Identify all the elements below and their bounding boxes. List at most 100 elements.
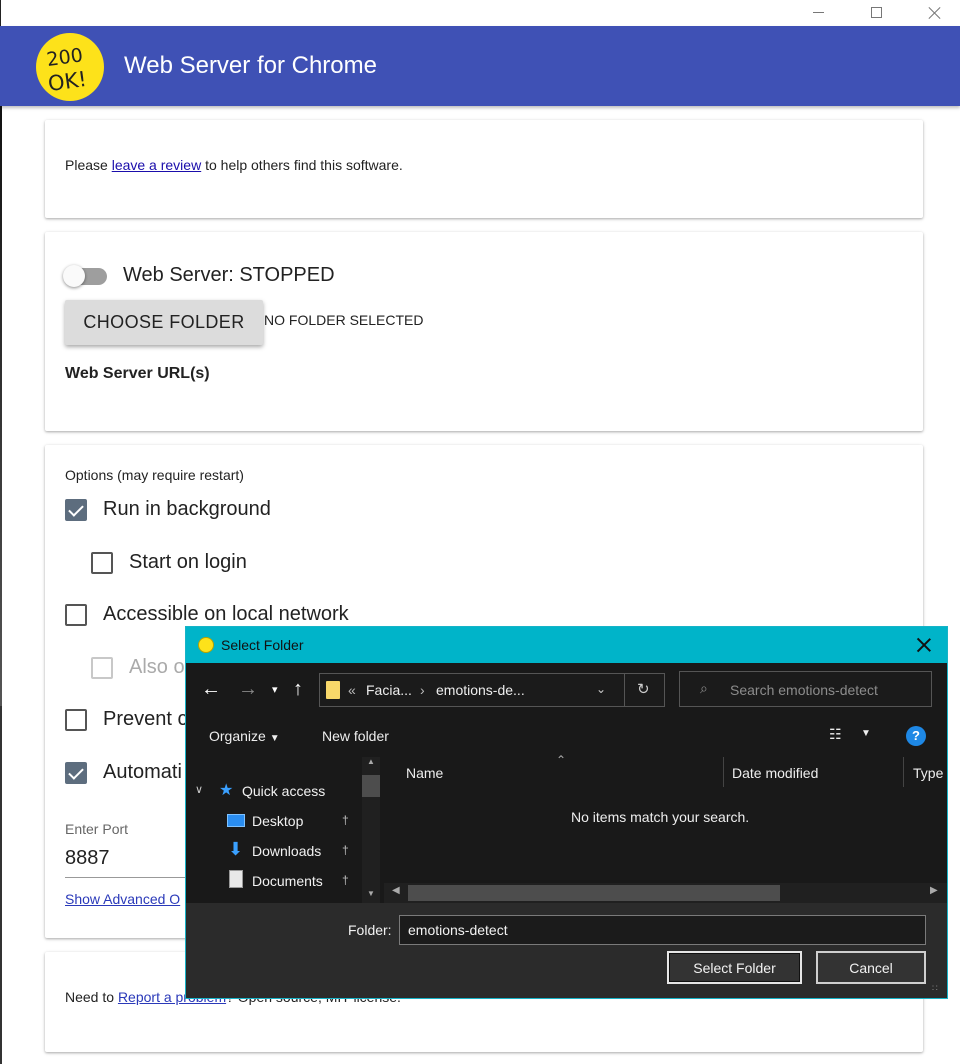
port-input[interactable]: 8887: [65, 847, 110, 870]
cancel-button[interactable]: Cancel: [816, 951, 926, 984]
column-type[interactable]: Type: [913, 765, 943, 781]
review-suffix: to help others find this software.: [201, 157, 403, 173]
search-icon: ⌕: [700, 680, 708, 696]
show-advanced-options-link[interactable]: Show Advanced O: [65, 891, 180, 907]
close-icon: [928, 6, 941, 19]
nav-quick-access[interactable]: Quick access: [242, 783, 325, 799]
checkbox-checked[interactable]: [65, 498, 87, 521]
address-dropdown-chevron-icon[interactable]: ⌄: [596, 682, 606, 696]
app-logo: 200 OK!: [36, 33, 104, 101]
option-label: Also o: [129, 656, 185, 678]
web-server-toggle[interactable]: [63, 265, 109, 287]
option-accessible-local-network[interactable]: Accessible on local network: [65, 603, 349, 626]
desktop-icon: [227, 814, 245, 827]
back-arrow-icon[interactable]: ←: [201, 679, 221, 699]
port-label: Enter Port: [65, 821, 129, 837]
breadcrumb-overflow[interactable]: «: [348, 682, 356, 698]
help-icon[interactable]: ?: [906, 726, 926, 746]
column-separator: [903, 757, 904, 787]
address-divider: [624, 674, 625, 706]
option-label: Start on login: [129, 551, 247, 573]
dialog-close-icon[interactable]: [917, 638, 931, 652]
nav-desktop[interactable]: Desktop: [252, 813, 303, 829]
breadcrumb-facia[interactable]: Facia...: [366, 682, 412, 698]
column-name[interactable]: Name: [406, 765, 443, 781]
select-folder-button[interactable]: Select Folder: [667, 951, 802, 984]
app-header: 200 OK! Web Server for Chrome: [0, 26, 960, 106]
column-date-modified[interactable]: Date modified: [732, 765, 818, 781]
search-box[interactable]: ⌕ Search emotions-detect: [679, 671, 932, 707]
scroll-down-icon[interactable]: ▼: [367, 889, 375, 898]
option-label: Accessible on local network: [103, 603, 349, 625]
nav-scroll-thumb[interactable]: [362, 775, 380, 797]
breadcrumb-separator: ›: [420, 682, 425, 698]
checkbox[interactable]: [65, 708, 87, 731]
resize-grip-icon[interactable]: ∷: [932, 983, 938, 994]
close-window-button[interactable]: [911, 0, 957, 24]
column-separator: [723, 757, 724, 787]
folder-name-input[interactable]: emotions-detect: [399, 915, 926, 945]
logo-200-ok-icon: 200 OK!: [45, 44, 89, 96]
nav-scrollbar[interactable]: ▲ ▼: [362, 757, 380, 903]
breadcrumb-emotions[interactable]: emotions-de...: [436, 682, 525, 698]
option-label: Run in background: [103, 498, 271, 520]
pin-icon: †: [342, 873, 349, 887]
recent-locations-chevron-icon[interactable]: ▾: [272, 680, 278, 700]
nav-documents[interactable]: Documents: [252, 873, 323, 889]
option-run-in-background[interactable]: Run in background: [65, 498, 271, 521]
up-arrow-icon[interactable]: ↑: [293, 679, 303, 699]
checkbox-checked[interactable]: [65, 761, 87, 784]
option-start-on-login[interactable]: Start on login: [91, 551, 247, 574]
view-options-icon[interactable]: ☷: [829, 726, 842, 743]
checkbox[interactable]: [65, 603, 87, 626]
choose-folder-button[interactable]: CHOOSE FOLDER: [65, 300, 263, 345]
hscroll-thumb[interactable]: [408, 885, 780, 901]
file-list: Name ⌃ Date modified Type No items match…: [384, 753, 947, 903]
checkbox[interactable]: [91, 551, 113, 574]
address-bar[interactable]: « Facia... › emotions-de... ⌄ ↻: [319, 673, 665, 707]
folder-icon: [326, 681, 340, 699]
toggle-thumb: [63, 265, 85, 287]
organize-menu[interactable]: Organize ▼: [209, 728, 280, 744]
search-placeholder: Search emotions-detect: [730, 682, 878, 698]
maximize-button[interactable]: [853, 0, 899, 24]
scroll-right-icon[interactable]: ▶: [930, 885, 938, 896]
option-label: Automati: [103, 761, 182, 783]
dialog-titlebar: Select Folder: [186, 627, 947, 663]
leave-review-link[interactable]: leave a review: [112, 157, 202, 173]
svg-text:OK!: OK!: [47, 67, 89, 96]
minimize-icon: [812, 11, 824, 13]
view-options-chevron-icon[interactable]: ▼: [861, 728, 871, 739]
select-folder-dialog: Select Folder ← → ▾ ↑ « Facia... › emoti…: [185, 626, 948, 999]
scroll-left-icon[interactable]: ◀: [392, 885, 400, 896]
app-title: Web Server for Chrome: [124, 52, 377, 79]
forward-arrow-icon[interactable]: →: [238, 679, 258, 699]
star-icon: ★: [219, 782, 234, 799]
downloads-icon: ⬇: [228, 839, 244, 859]
organize-label: Organize: [209, 728, 266, 744]
file-list-hscrollbar[interactable]: ◀ ▶: [384, 883, 947, 903]
option-automatic[interactable]: Automati: [65, 761, 182, 784]
pin-icon: †: [342, 843, 349, 857]
minimize-button[interactable]: [795, 0, 841, 24]
option-prevent[interactable]: Prevent c: [65, 708, 187, 731]
window-titlebar: [0, 0, 960, 26]
option-label: Prevent c: [103, 708, 188, 730]
sort-caret-icon: ⌃: [556, 753, 567, 767]
new-folder-button[interactable]: New folder: [322, 728, 389, 744]
urls-heading: Web Server URL(s): [65, 365, 210, 382]
pin-icon: †: [342, 813, 349, 827]
app-small-icon: [198, 637, 214, 653]
dialog-footer: Folder: emotions-detect Select Folder Ca…: [186, 903, 947, 998]
expand-chevron-icon[interactable]: ∨: [195, 783, 203, 796]
nav-downloads[interactable]: Downloads: [252, 843, 321, 859]
scroll-up-icon[interactable]: ▲: [367, 757, 375, 766]
empty-message: No items match your search.: [571, 809, 750, 825]
dialog-command-bar: Organize ▼ New folder ☷ ▼ ?: [186, 715, 947, 757]
server-status: Web Server: STOPPED: [123, 264, 335, 286]
organize-chevron-icon: ▼: [269, 733, 280, 744]
documents-icon: [229, 870, 243, 888]
review-card: Please leave a review to help others fin…: [45, 120, 923, 218]
refresh-icon[interactable]: ↻: [637, 680, 650, 698]
option-also: Also o: [91, 656, 185, 679]
